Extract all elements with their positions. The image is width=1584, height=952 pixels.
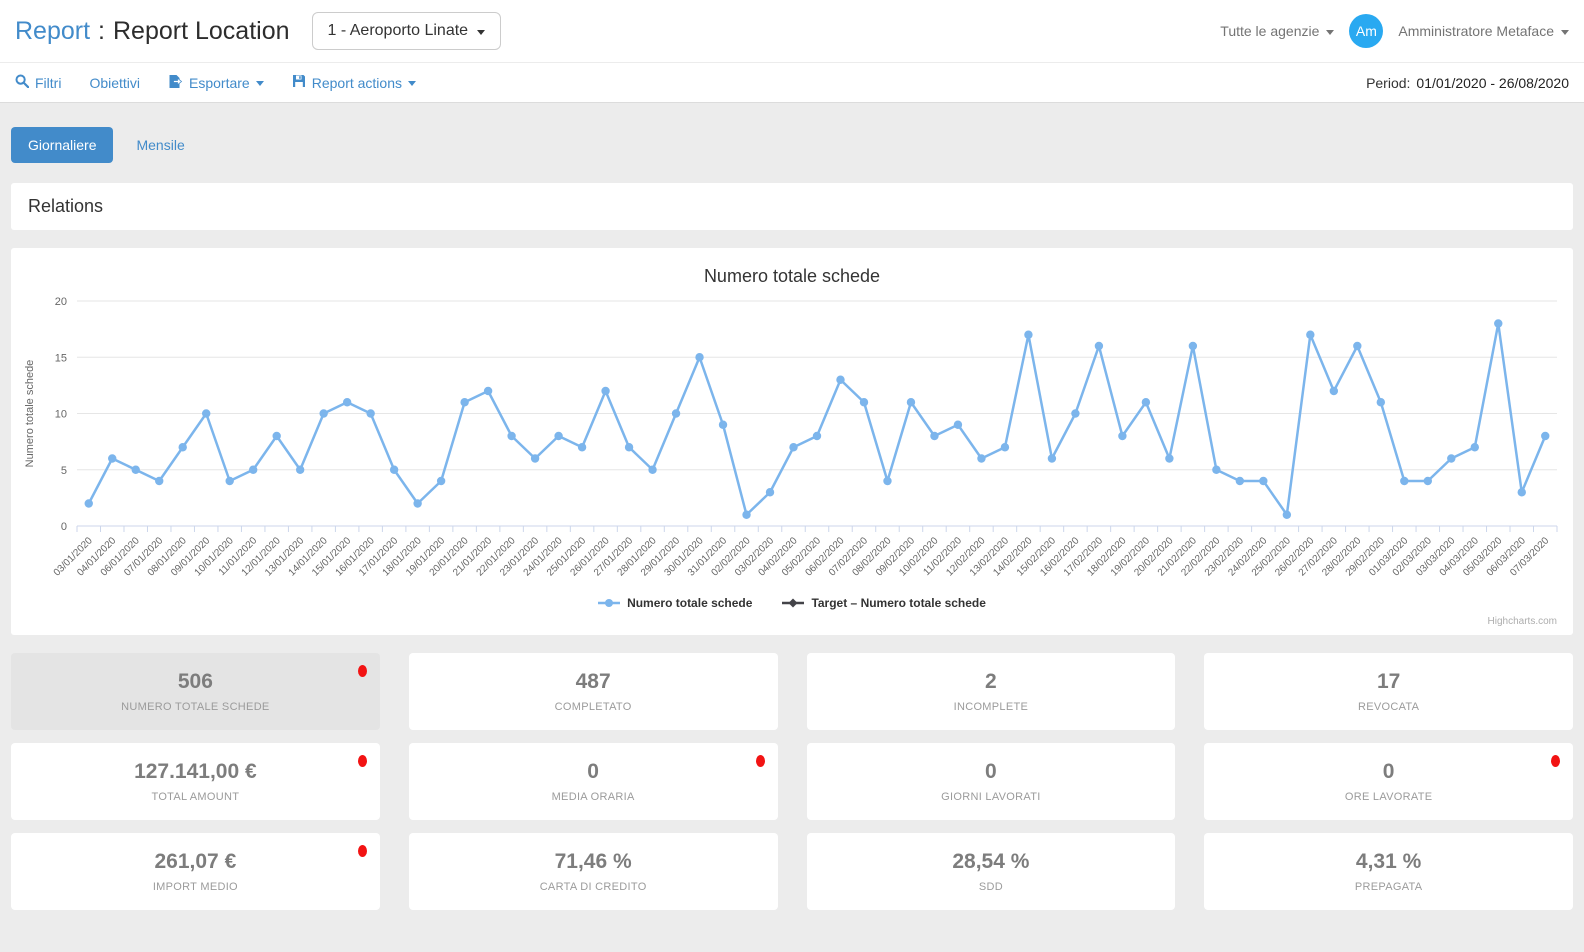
stat-card-value: 261,07 € [155, 850, 237, 874]
objectives-label: Obiettivi [89, 75, 140, 91]
save-icon [292, 74, 306, 91]
page-title-secondary: Report Location [113, 17, 290, 46]
caret-down-icon [408, 81, 416, 86]
chart-legend: Numero totale schede Target – Numero tota… [19, 592, 1565, 614]
stat-card-label: COMPLETATO [555, 701, 632, 713]
stat-card-value: 0 [587, 760, 599, 784]
stat-card-label: REVOCATA [1358, 701, 1419, 713]
chart-plot[interactable]: 05101520Numero totale schede03/01/202004… [19, 289, 1565, 592]
stat-card-label: IMPORT MEDIO [153, 881, 238, 893]
stat-card-label: PREPAGATA [1355, 881, 1423, 893]
stat-card-value: 4,31 % [1356, 850, 1421, 874]
search-icon [15, 74, 29, 91]
stat-card-value: 0 [985, 760, 997, 784]
relations-panel-header: Relations [11, 183, 1573, 230]
stat-card-value: 127.141,00 € [134, 760, 257, 784]
stat-card-label: TOTAL AMOUNT [152, 791, 240, 803]
stat-card-value: 2 [985, 670, 997, 694]
legend-label: Target – Numero totale schede [811, 596, 986, 610]
stat-card-value: 17 [1377, 670, 1400, 694]
stat-card-label: MEDIA ORARIA [552, 791, 635, 803]
legend-label: Numero totale schede [627, 596, 752, 610]
caret-down-icon [477, 30, 485, 35]
caret-down-icon [1561, 30, 1569, 35]
cards-grid: 506 NUMERO TOTALE SCHEDE 487 COMPLETATO 2 INC… [11, 653, 1573, 910]
period-display: Period: 01/01/2020 - 26/08/2020 [1366, 75, 1569, 91]
avatar[interactable]: Am [1349, 14, 1383, 48]
stat-card[interactable]: 28,54 % SDD [807, 833, 1176, 910]
svg-text:Numero totale schede: Numero totale schede [24, 360, 36, 468]
stat-card[interactable]: 71,46 % CARTA DI CREDITO [409, 833, 778, 910]
alert-dot-icon [358, 665, 367, 677]
objectives-button[interactable]: Obiettivi [89, 75, 140, 91]
filters-button[interactable]: Filtri [15, 74, 61, 91]
page-title: Report : Report Location [15, 17, 290, 46]
stat-card[interactable]: 506 NUMERO TOTALE SCHEDE [11, 653, 380, 730]
top-header: Report : Report Location 1 - Aeroporto L… [0, 0, 1584, 62]
header-right: Tutte le agenzie Am Amministratore Metaf… [1220, 14, 1569, 48]
svg-text:0: 0 [61, 521, 67, 533]
chart-title: Numero totale schede [19, 260, 1565, 289]
stat-card-value: 28,54 % [952, 850, 1029, 874]
chart-panel: Numero totale schede 0 5 10 15 20 Numero tota… [11, 248, 1573, 635]
user-name: Amministratore Metaface [1398, 23, 1554, 39]
stat-card-value: 0 [1383, 760, 1395, 784]
export-file-icon [168, 74, 183, 92]
alert-dot-icon [358, 755, 367, 767]
alert-dot-icon [1551, 755, 1560, 767]
export-dropdown[interactable]: Esportare [168, 74, 264, 92]
stat-card[interactable]: 2 INCOMPLETE [807, 653, 1176, 730]
svg-text:5: 5 [61, 465, 67, 477]
alert-dot-icon [756, 755, 765, 767]
stat-card-label: SDD [979, 881, 1003, 893]
stat-card-value: 71,46 % [555, 850, 632, 874]
svg-text:10: 10 [55, 409, 67, 421]
stat-card-label: GIORNI LAVORATI [941, 791, 1040, 803]
page-title-primary: Report [15, 17, 90, 46]
svg-text:20: 20 [55, 296, 67, 308]
stat-card[interactable]: 0 ORE LAVORATE [1204, 743, 1573, 820]
alert-dot-icon [358, 845, 367, 857]
report-actions-dropdown[interactable]: Report actions [292, 74, 416, 91]
agency-selector-label: Tutte le agenzie [1220, 23, 1319, 39]
stat-card[interactable]: 127.141,00 € TOTAL AMOUNT [11, 743, 380, 820]
stat-card-value: 506 [178, 670, 213, 694]
location-selector-label: 1 - Aeroporto Linate [328, 22, 469, 40]
tabs: GiornaliereMensile [11, 103, 1573, 183]
caret-down-icon [1326, 30, 1334, 35]
period-label: Period: [1366, 75, 1410, 91]
stat-card[interactable]: 4,31 % PREPAGATA [1204, 833, 1573, 910]
stat-card-label: NUMERO TOTALE SCHEDE [121, 701, 269, 713]
stat-card-label: CARTA DI CREDITO [540, 881, 647, 893]
legend-item[interactable]: Numero totale schede [598, 596, 752, 610]
export-label: Esportare [189, 75, 250, 91]
location-selector-button[interactable]: 1 - Aeroporto Linate [312, 12, 502, 50]
stat-card-label: INCOMPLETE [954, 701, 1029, 713]
period-value: 01/01/2020 - 26/08/2020 [1416, 75, 1569, 91]
highcharts-credits[interactable]: Highcharts.com [19, 614, 1565, 631]
circle-marker-icon [598, 596, 620, 610]
page-title-separator: : [98, 17, 105, 46]
legend-item[interactable]: Target – Numero totale schede [782, 596, 986, 610]
stat-card[interactable]: 261,07 € IMPORT MEDIO [11, 833, 380, 910]
toolbar: Filtri Obiettivi Esportare Report action… [0, 62, 1584, 103]
stat-card[interactable]: 487 COMPLETATO [409, 653, 778, 730]
tab-mensile[interactable]: Mensile [119, 127, 201, 163]
agency-selector[interactable]: Tutte le agenzie [1220, 23, 1334, 39]
caret-down-icon [256, 81, 264, 86]
section-title: Relations [28, 196, 103, 216]
stat-card[interactable]: 0 GIORNI LAVORATI [807, 743, 1176, 820]
tab-giornaliere[interactable]: Giornaliere [11, 127, 113, 163]
diamond-marker-icon [782, 596, 804, 610]
filters-label: Filtri [35, 75, 61, 91]
stat-card[interactable]: 0 MEDIA ORARIA [409, 743, 778, 820]
user-menu[interactable]: Amministratore Metaface [1398, 23, 1569, 39]
report-actions-label: Report actions [312, 75, 402, 91]
stat-card-label: ORE LAVORATE [1345, 791, 1433, 803]
svg-text:15: 15 [55, 352, 67, 364]
stat-card-value: 487 [576, 670, 611, 694]
content: GiornaliereMensile Relations Numero tota… [0, 103, 1584, 924]
stat-card[interactable]: 17 REVOCATA [1204, 653, 1573, 730]
